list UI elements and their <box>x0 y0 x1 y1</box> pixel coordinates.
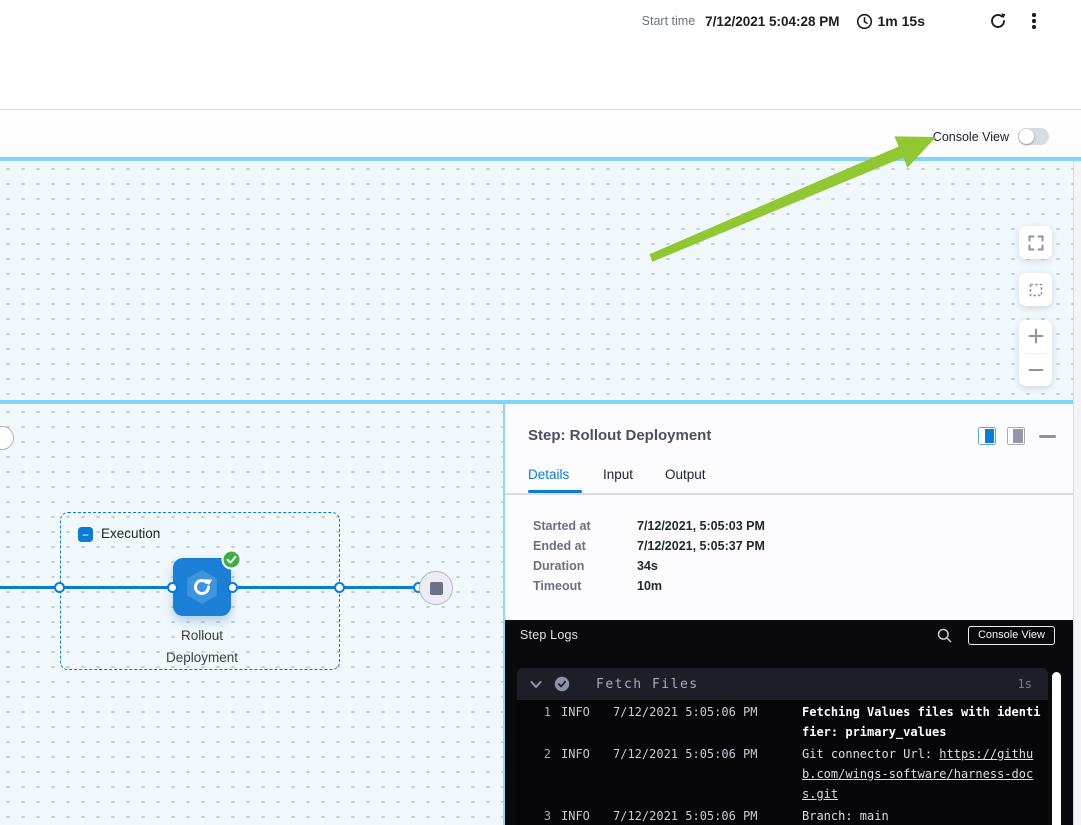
step-logs-title: Step Logs <box>520 628 578 642</box>
connector-dot <box>167 582 178 593</box>
log-scrollbar-thumb[interactable] <box>1052 672 1061 825</box>
start-time-label: Start time <box>642 14 696 28</box>
log-group-name: Fetch Files <box>596 677 699 692</box>
page-scrollbar-track[interactable] <box>1073 161 1081 825</box>
step-logs-section: Step Logs Console View Fetch Files 1s <box>505 620 1073 825</box>
log-group-header[interactable]: Fetch Files 1s <box>517 668 1048 700</box>
top-header-bar: Start time 7/12/2021 5:04:28 PM 1m 15s <box>0 0 1081 110</box>
canvas-zoom-controls <box>1019 226 1052 386</box>
log-group-duration: 1s <box>1018 677 1032 691</box>
execution-group-label: Execution <box>101 526 160 541</box>
panel-title: Step: Rollout Deployment <box>528 427 711 444</box>
execution-meta: Start time 7/12/2021 5:04:28 PM 1m 15s <box>642 10 1045 32</box>
connector-dot <box>227 582 238 593</box>
pipeline-execution-page: Start time 7/12/2021 5:04:28 PM 1m 15s C… <box>0 0 1081 825</box>
minimize-icon[interactable] <box>1039 435 1056 438</box>
success-check-icon <box>221 549 242 570</box>
detail-row-duration: Duration34s <box>533 558 658 574</box>
toggle-knob <box>1019 129 1034 144</box>
elapsed-time: 1m 15s <box>878 13 925 29</box>
canvas-toolbar: Console View <box>0 111 1081 157</box>
stop-icon <box>430 582 443 595</box>
log-row: 1 INFO 7/12/2021 5:05:06 PM Fetching Val… <box>517 702 1048 742</box>
tabs-divider <box>505 493 1073 495</box>
node-label: Rollout Deployment <box>112 625 292 669</box>
collapse-minus-icon[interactable]: − <box>78 527 93 542</box>
chevron-down-icon[interactable] <box>530 680 542 689</box>
refresh-icon[interactable] <box>987 10 1009 32</box>
connector-dot <box>334 582 345 593</box>
logs-console-view-button[interactable]: Console View <box>968 626 1055 645</box>
detail-row-ended: Ended at7/12/2021, 5:05:37 PM <box>533 538 765 554</box>
clock-icon <box>856 13 873 30</box>
fullscreen-icon[interactable] <box>1019 226 1052 259</box>
log-row: 2 INFO 7/12/2021 5:05:06 PM Git connecto… <box>517 744 1048 804</box>
zoom-in-icon[interactable] <box>1019 320 1052 353</box>
connector-dot <box>54 582 65 593</box>
tab-output[interactable]: Output <box>665 467 706 482</box>
pipeline-end-node[interactable] <box>419 571 453 605</box>
kebab-menu-icon[interactable] <box>1023 10 1045 32</box>
step-success-icon <box>554 676 570 692</box>
split-view-blue-icon[interactable] <box>978 427 996 445</box>
detail-row-timeout: Timeout10m <box>533 578 662 594</box>
pipeline-canvas[interactable] <box>0 161 1081 400</box>
tab-details[interactable]: Details <box>528 467 569 482</box>
step-details-panel: Step: Rollout Deployment Details Input O… <box>505 404 1073 825</box>
log-row: 3 INFO 7/12/2021 5:05:06 PM Branch: main <box>517 806 1048 825</box>
console-view-toggle[interactable] <box>1018 128 1049 145</box>
split-view-gray-icon[interactable] <box>1007 427 1025 445</box>
zoom-out-icon[interactable] <box>1019 354 1052 387</box>
search-icon[interactable] <box>937 628 952 643</box>
tab-input[interactable]: Input <box>603 467 633 482</box>
start-time-value: 7/12/2021 5:04:28 PM <box>705 14 839 29</box>
detail-row-started: Started at7/12/2021, 5:05:03 PM <box>533 518 765 534</box>
fit-selection-icon[interactable] <box>1019 273 1052 306</box>
console-view-label: Console View <box>933 130 1009 144</box>
step-logs-bar: Step Logs Console View <box>505 620 1073 650</box>
log-content[interactable]: 1 INFO 7/12/2021 5:05:06 PM Fetching Val… <box>517 700 1048 825</box>
